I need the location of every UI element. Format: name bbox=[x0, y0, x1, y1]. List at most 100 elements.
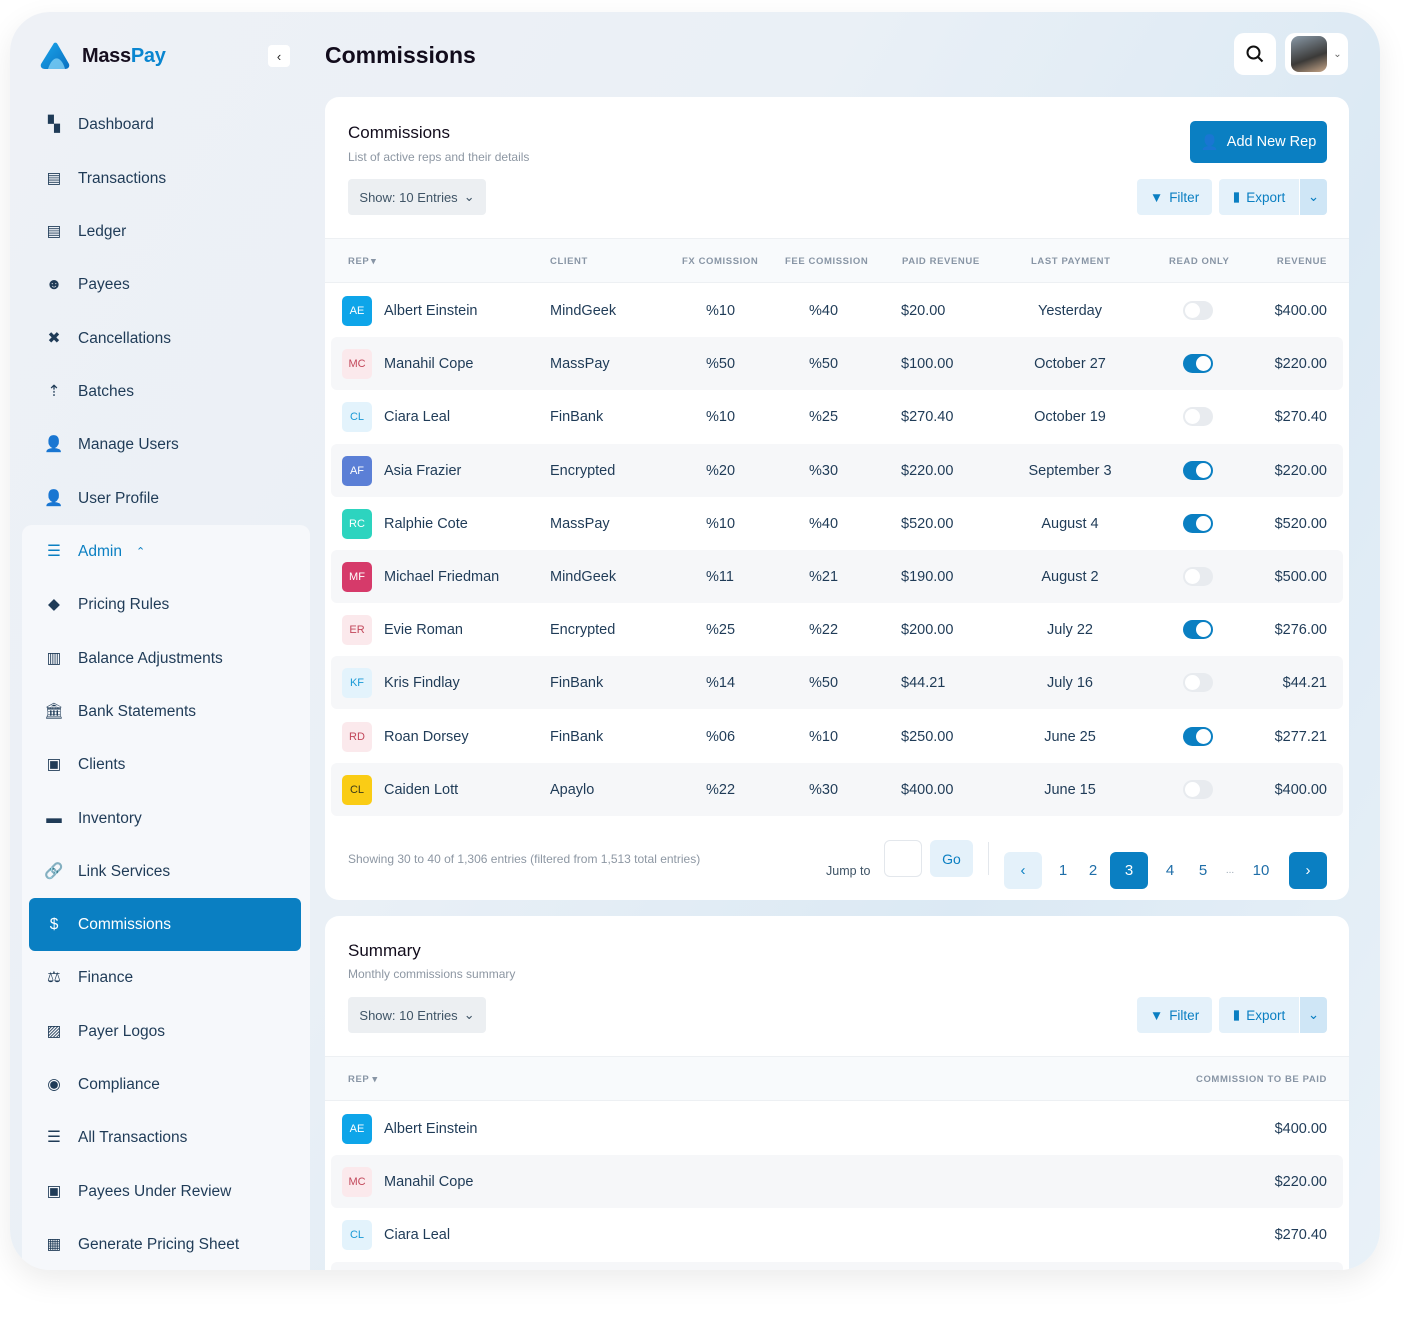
sidebar-item-cancellations[interactable]: ✖ Cancellations bbox=[29, 312, 301, 365]
show-entries-select[interactable]: Show: 10 Entries ⌄ bbox=[348, 179, 486, 215]
sidebar-item-all-transactions[interactable]: ☰ All Transactions bbox=[29, 1111, 301, 1164]
read-only-toggle[interactable] bbox=[1183, 567, 1213, 586]
sidebar-item-payees-under-review[interactable]: ▣ Payees Under Review bbox=[29, 1165, 301, 1218]
column-header-rep[interactable]: REP ▾ bbox=[348, 1074, 378, 1085]
sidebar-item-admin[interactable]: ☰ Admin ⌃ bbox=[29, 525, 301, 578]
page-5-button[interactable]: 5 bbox=[1190, 852, 1216, 889]
export-options-button[interactable]: ⌄ bbox=[1300, 997, 1327, 1033]
sidebar-item-batches[interactable]: ⇡ Batches bbox=[29, 365, 301, 418]
sidebar-item-inventory[interactable]: ▬ Inventory bbox=[29, 792, 301, 845]
filter-button[interactable]: ▼ Filter bbox=[1137, 179, 1212, 215]
summary-row[interactable]: CL Ciara Leal $270.40 bbox=[331, 1208, 1343, 1261]
summary-card: Summary Monthly commissions summary Show… bbox=[325, 916, 1349, 1270]
page-1-button[interactable]: 1 bbox=[1050, 852, 1076, 889]
table-row[interactable]: CL Ciara Leal FinBank %10 %25 $270.40 Oc… bbox=[331, 390, 1343, 443]
user-menu[interactable]: ⌄ bbox=[1285, 33, 1348, 75]
read-only-toggle[interactable] bbox=[1183, 620, 1213, 640]
logo[interactable]: MassPay bbox=[40, 42, 166, 70]
table-row[interactable]: MF Michael Friedman MindGeek %11 %21 $19… bbox=[331, 550, 1343, 603]
summary-row[interactable]: AE Albert Einstein $400.00 bbox=[331, 1102, 1343, 1155]
client: MindGeek bbox=[550, 569, 617, 585]
commissions-card: Commissions List of active reps and thei… bbox=[325, 97, 1349, 900]
fx-commission: %25 bbox=[706, 622, 736, 639]
sidebar-item-manage-users[interactable]: 👤 Manage Users bbox=[29, 418, 301, 471]
paid-revenue: $200.00 bbox=[901, 622, 954, 639]
sidebar-item-balance-adjustments[interactable]: ▥ Balance Adjustments bbox=[29, 632, 301, 685]
filter-label: Filter bbox=[1169, 1007, 1200, 1023]
search-button[interactable] bbox=[1234, 33, 1276, 75]
column-header[interactable]: REP bbox=[348, 256, 369, 267]
last-payment: June 25 bbox=[1044, 728, 1096, 745]
paid-revenue: $100.00 bbox=[901, 356, 954, 373]
read-only-toggle[interactable] bbox=[1183, 779, 1213, 799]
rep-name: Ralphie Cote bbox=[384, 515, 468, 532]
column-header: FEE COMISSION bbox=[785, 256, 869, 267]
table-row[interactable]: RD Roan Dorsey FinBank %06 %10 $250.00 J… bbox=[331, 710, 1343, 763]
sidebar-item-generate-pricing-sheet[interactable]: ▦ Generate Pricing Sheet bbox=[29, 1218, 301, 1270]
sidebar-item-dashboard[interactable]: ▚ Dashboard bbox=[29, 98, 301, 151]
sidebar-item-compliance[interactable]: ◉ Compliance bbox=[29, 1058, 301, 1111]
sidebar-item-link-services[interactable]: 🔗 Link Services bbox=[29, 845, 301, 898]
table-row[interactable]: CL Caiden Lott Apaylo %22 %30 $400.00 Ju… bbox=[331, 762, 1343, 816]
table-row[interactable]: KF Kris Findlay FinBank %14 %50 $44.21 J… bbox=[331, 656, 1343, 710]
table-row[interactable]: AF Asia Frazier Encrypted %20 %30 $220.0… bbox=[331, 443, 1343, 497]
rep-name: Kris Findlay bbox=[384, 675, 460, 692]
table-row[interactable]: RC Ralphie Cote MassPay %10 %40 $520.00 … bbox=[331, 497, 1343, 550]
page-3-button[interactable]: 3 bbox=[1110, 852, 1148, 889]
sidebar-item-label: Link Services bbox=[78, 862, 171, 880]
export-options-button[interactable]: ⌄ bbox=[1300, 179, 1327, 215]
column-header: REVENUE bbox=[1276, 256, 1327, 267]
rep-avatar: KF bbox=[342, 668, 372, 699]
paid-revenue: $190.00 bbox=[901, 569, 954, 585]
sidebar-item-bank-statements[interactable]: 🏛 Bank Statements bbox=[29, 685, 301, 738]
sidebar-item-pricing-rules[interactable]: ◆ Pricing Rules bbox=[29, 578, 301, 631]
prev-page-button[interactable]: ‹ bbox=[1004, 852, 1042, 889]
read-only-toggle[interactable] bbox=[1183, 301, 1213, 320]
sidebar-item-payer-logos[interactable]: ▨ Payer Logos bbox=[29, 1005, 301, 1058]
read-only-toggle[interactable] bbox=[1183, 407, 1213, 427]
read-only-toggle[interactable] bbox=[1183, 513, 1213, 533]
client: FinBank bbox=[550, 675, 604, 692]
cancel-icon: ✖ bbox=[47, 330, 61, 347]
go-button[interactable]: Go bbox=[930, 840, 973, 877]
table-row[interactable]: MC Manahil Cope MassPay %50 %50 $100.00 … bbox=[331, 337, 1343, 391]
read-only-toggle[interactable] bbox=[1183, 726, 1213, 746]
page-10-button[interactable]: 10 bbox=[1248, 852, 1274, 889]
sidebar-item-ledger[interactable]: ▤ Ledger bbox=[29, 205, 301, 258]
show-entries-select[interactable]: Show: 10 Entries ⌄ bbox=[348, 997, 486, 1033]
page-4-button[interactable]: 4 bbox=[1157, 852, 1183, 889]
sort-icon[interactable]: ▾ bbox=[371, 256, 376, 267]
next-page-button[interactable]: › bbox=[1289, 852, 1327, 889]
sidebar-item-transactions[interactable]: ▤ Transactions bbox=[29, 152, 301, 205]
upload-folder-icon: ⇡ bbox=[47, 383, 61, 400]
column-header: LAST PAYMENT bbox=[1031, 256, 1111, 267]
table-row[interactable]: AE Albert Einstein MindGeek %10 %40 $20.… bbox=[331, 284, 1343, 337]
eye-icon: ◉ bbox=[47, 1076, 61, 1093]
read-only-toggle[interactable] bbox=[1183, 354, 1213, 374]
jump-to-input[interactable] bbox=[884, 840, 922, 877]
rep-name: Caiden Lott bbox=[384, 781, 459, 798]
rep-avatar: CL bbox=[342, 774, 372, 805]
sidebar-item-user-profile[interactable]: 👤 User Profile bbox=[29, 472, 301, 525]
rep-avatar: MF bbox=[342, 562, 372, 592]
read-only-toggle[interactable] bbox=[1183, 460, 1213, 480]
summary-row[interactable]: MC Manahil Cope $220.00 bbox=[331, 1155, 1343, 1209]
export-button[interactable]: ▮ Export bbox=[1219, 997, 1299, 1033]
collapse-sidebar-button[interactable]: ‹ bbox=[268, 45, 290, 67]
revenue: $44.21 bbox=[1282, 675, 1327, 692]
revenue: $400.00 bbox=[1274, 781, 1327, 798]
export-button[interactable]: ▮ Export bbox=[1219, 179, 1299, 215]
sidebar-item-finance[interactable]: ⚖ Finance bbox=[29, 951, 301, 1004]
sidebar-item-payees[interactable]: ☻ Payees bbox=[29, 258, 301, 311]
sidebar-item-label: Clients bbox=[78, 755, 126, 773]
page-2-button[interactable]: 2 bbox=[1080, 852, 1106, 889]
filter-button[interactable]: ▼ Filter bbox=[1137, 997, 1212, 1033]
add-new-rep-button[interactable]: 👤 Add New Rep bbox=[1190, 121, 1327, 163]
summary-row[interactable] bbox=[331, 1261, 1343, 1270]
rep-avatar: CL bbox=[342, 1220, 372, 1251]
fee-commission: %50 bbox=[809, 356, 839, 373]
sidebar-item-commissions[interactable]: $ Commissions bbox=[29, 898, 301, 951]
sidebar-item-clients[interactable]: ▣ Clients bbox=[29, 738, 301, 791]
table-row[interactable]: ER Evie Roman Encrypted %25 %22 $200.00 … bbox=[331, 603, 1343, 656]
read-only-toggle[interactable] bbox=[1183, 673, 1213, 693]
